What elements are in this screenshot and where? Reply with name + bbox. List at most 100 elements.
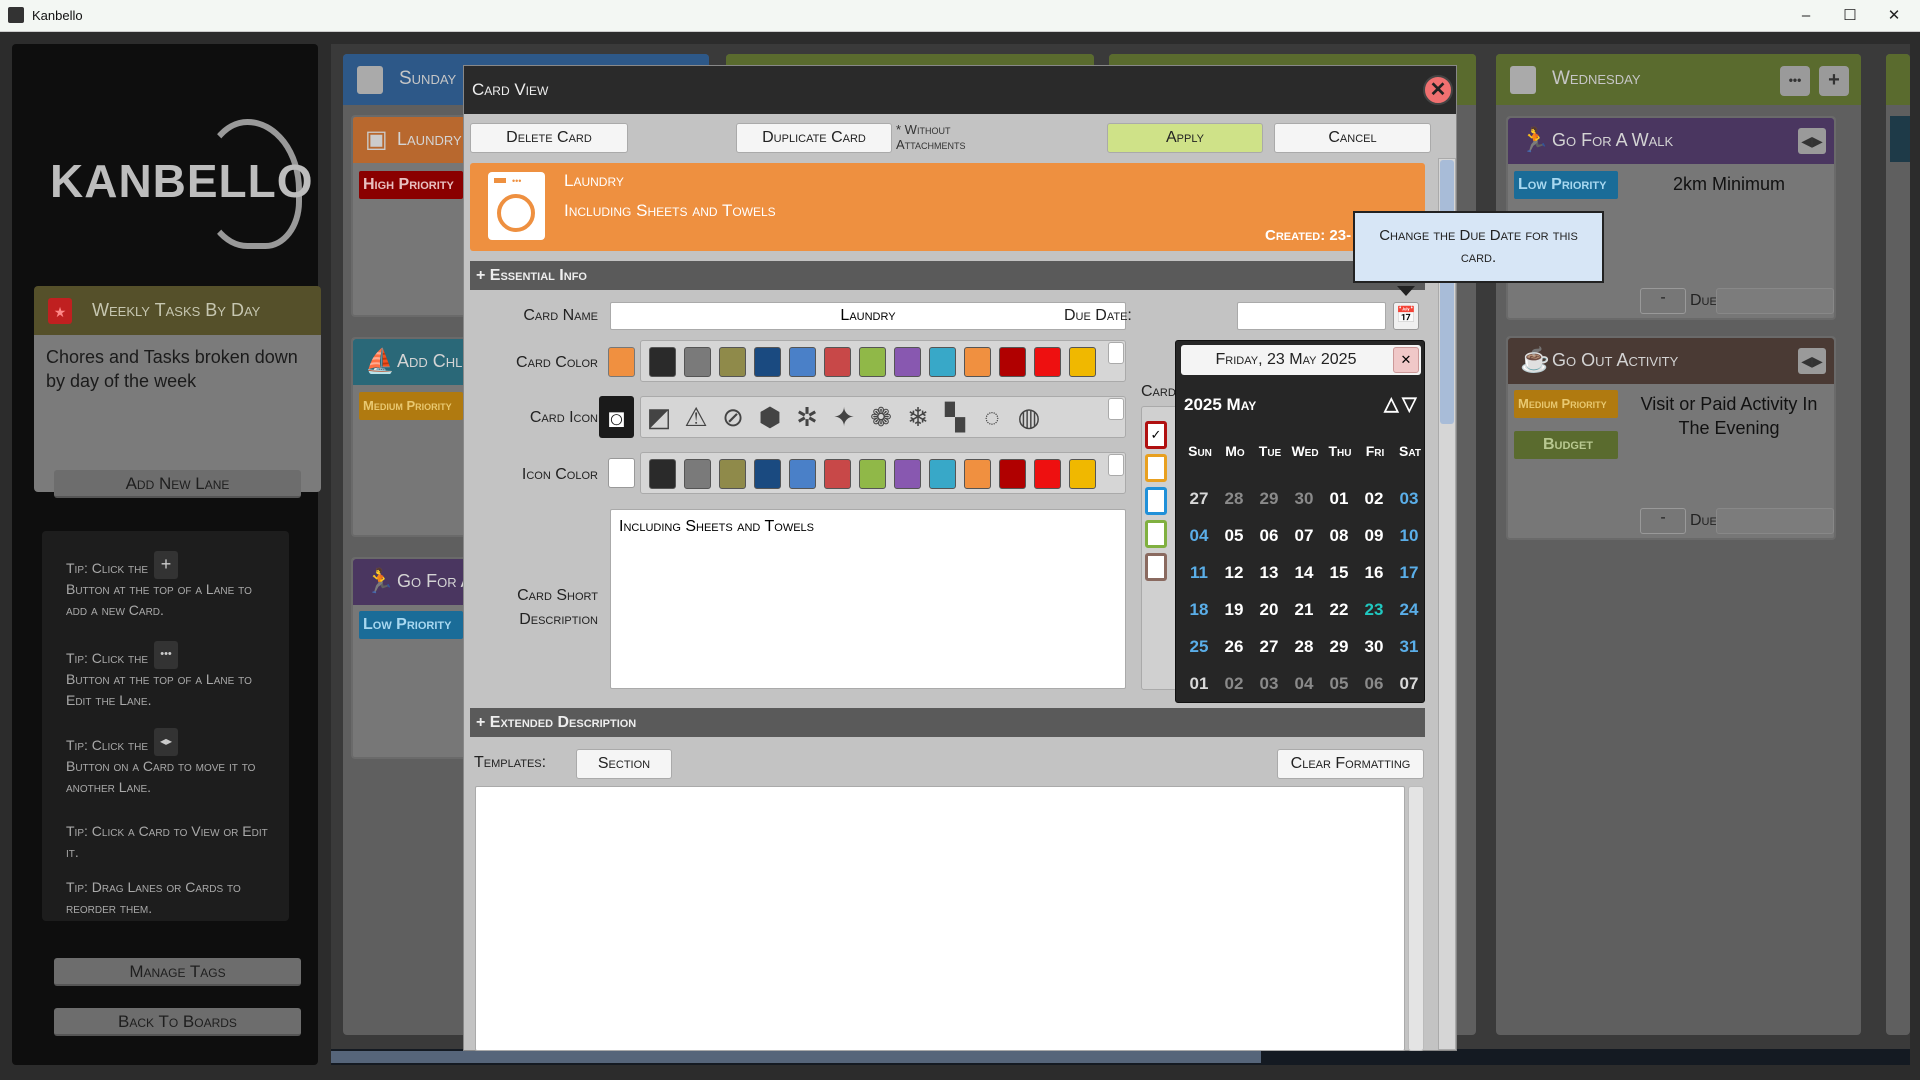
color-swatch[interactable]	[719, 347, 746, 377]
color-swatch[interactable]	[719, 459, 746, 489]
move-card-button[interactable]: ◀▶	[1798, 348, 1826, 374]
color-swatch[interactable]	[999, 347, 1026, 377]
sparkle-icon[interactable]: ✦	[828, 401, 860, 433]
board-horizontal-scrollbar[interactable]	[331, 1049, 1910, 1065]
calendar-day[interactable]: 14	[1289, 563, 1319, 583]
circle-slash-icon[interactable]: ⊘	[717, 401, 749, 433]
tag-checkbox[interactable]: ✓	[1145, 421, 1167, 449]
palette-scrollbar[interactable]	[1108, 342, 1124, 364]
short-description-input[interactable]: Including Sheets and Towels	[610, 509, 1126, 689]
edit-lane-button[interactable]: •••	[1780, 66, 1810, 96]
clear-formatting-button[interactable]: Clear Formatting	[1277, 749, 1424, 779]
calendar-day[interactable]: 03	[1394, 489, 1424, 509]
due-date-input[interactable]	[1237, 302, 1386, 330]
color-swatch[interactable]	[929, 347, 956, 377]
calendar-day[interactable]: 01	[1184, 674, 1214, 694]
maximize-button[interactable]: ☐	[1830, 4, 1870, 28]
calendar-day[interactable]: 12	[1219, 563, 1249, 583]
clear-due-button[interactable]: -	[1640, 288, 1686, 314]
previous-month-button[interactable]: △	[1384, 393, 1399, 416]
dotted-circle-icon[interactable]: ◌	[976, 401, 1008, 433]
calendar-day[interactable]: 02	[1359, 489, 1389, 509]
back-to-boards-button[interactable]: Back To Boards	[54, 1008, 301, 1036]
selected-date-field[interactable]: Friday, 23 May 2025 ✕	[1181, 345, 1421, 375]
color-swatch[interactable]	[649, 459, 676, 489]
calendar-day[interactable]: 07	[1289, 526, 1319, 546]
color-swatch[interactable]	[894, 347, 921, 377]
calendar-day[interactable]: 04	[1289, 674, 1319, 694]
scrollbar-thumb[interactable]	[331, 1051, 1261, 1063]
scrollbar-thumb[interactable]	[1440, 160, 1454, 424]
calendar-day[interactable]: 29	[1254, 489, 1284, 509]
calendar-day[interactable]: 31	[1394, 637, 1424, 657]
calendar-day[interactable]: 05	[1324, 674, 1354, 694]
add-card-button[interactable]: +	[1819, 66, 1849, 96]
due-date-field[interactable]	[1716, 288, 1834, 314]
color-swatch[interactable]	[684, 459, 711, 489]
extended-description-editor[interactable]	[475, 786, 1405, 1051]
minimize-button[interactable]: –	[1786, 4, 1826, 28]
color-swatch[interactable]	[824, 347, 851, 377]
color-swatch[interactable]	[859, 459, 886, 489]
color-swatch[interactable]	[684, 347, 711, 377]
calendar-day[interactable]: 29	[1324, 637, 1354, 657]
tag-checkbox[interactable]	[1145, 553, 1167, 581]
next-month-button[interactable]: ▽	[1402, 393, 1417, 416]
calendar-day[interactable]: 30	[1359, 637, 1389, 657]
calendar-day[interactable]: 17	[1394, 563, 1424, 583]
color-swatch[interactable]	[754, 459, 781, 489]
squares-icon[interactable]: ◩	[643, 401, 675, 433]
section-template-button[interactable]: Section	[576, 749, 672, 779]
essential-info-header[interactable]: + Essential Info	[470, 261, 1425, 290]
color-swatch[interactable]	[964, 347, 991, 377]
calendar-day[interactable]: 01	[1324, 489, 1354, 509]
tag-checkbox[interactable]	[1145, 454, 1167, 482]
calendar-day[interactable]: 06	[1254, 526, 1284, 546]
calendar-day[interactable]: 02	[1219, 674, 1249, 694]
delete-card-button[interactable]: Delete Card	[470, 123, 628, 153]
color-swatch[interactable]	[859, 347, 886, 377]
calendar-day[interactable]: 30	[1289, 489, 1319, 509]
tag-checkbox[interactable]	[1145, 520, 1167, 548]
palette-scrollbar[interactable]	[1108, 398, 1124, 420]
color-swatch[interactable]	[789, 459, 816, 489]
hexagons-icon[interactable]: ⬢	[754, 401, 786, 433]
calendar-day[interactable]: 18	[1184, 600, 1214, 620]
color-swatch[interactable]	[824, 459, 851, 489]
calendar-add-icon[interactable]: 📅	[1393, 302, 1419, 330]
color-swatch[interactable]	[789, 347, 816, 377]
color-swatch[interactable]	[754, 347, 781, 377]
calendar-day[interactable]: 28	[1219, 489, 1249, 509]
close-dialog-button[interactable]: ✕	[1423, 75, 1453, 105]
calendar-day[interactable]: 11	[1184, 563, 1214, 583]
calendar-day[interactable]: 08	[1324, 526, 1354, 546]
close-window-button[interactable]: ✕	[1874, 4, 1914, 28]
lane-wednesday[interactable]: Wednesday ••• + 🏃Go For A Walk◀▶ Low Pri…	[1496, 54, 1861, 1035]
calendar-day[interactable]: 04	[1184, 526, 1214, 546]
calendar-day[interactable]: 22	[1324, 600, 1354, 620]
color-swatch[interactable]	[1034, 347, 1061, 377]
calendar-day[interactable]: 27	[1184, 489, 1214, 509]
manage-tags-button[interactable]: Manage Tags	[54, 958, 301, 986]
clear-due-button[interactable]: -	[1640, 508, 1686, 534]
color-swatch[interactable]	[1069, 347, 1096, 377]
calendar-day[interactable]: 07	[1394, 674, 1424, 694]
due-date-field[interactable]	[1716, 508, 1834, 534]
color-swatch[interactable]	[964, 459, 991, 489]
calendar-day[interactable]: 03	[1254, 674, 1284, 694]
cancel-button[interactable]: Cancel	[1274, 123, 1431, 153]
warning-icon[interactable]: ⚠	[680, 401, 712, 433]
color-swatch[interactable]	[894, 459, 921, 489]
apply-button[interactable]: Apply	[1107, 123, 1263, 153]
card-partial[interactable]	[1890, 116, 1910, 162]
calendar-day[interactable]: 28	[1289, 637, 1319, 657]
lane-thursday[interactable]	[1886, 54, 1910, 1035]
palette-scrollbar[interactable]	[1108, 454, 1124, 476]
calendar-day[interactable]: 16	[1359, 563, 1389, 583]
checker-icon[interactable]: ▚	[939, 401, 971, 433]
aperture-icon[interactable]: ◍	[1013, 401, 1045, 433]
editor-scrollbar[interactable]	[1408, 786, 1424, 1051]
calendar-day[interactable]: 10	[1394, 526, 1424, 546]
clear-date-icon[interactable]: ✕	[1393, 347, 1419, 373]
duplicate-card-button[interactable]: Duplicate Card	[736, 123, 892, 153]
